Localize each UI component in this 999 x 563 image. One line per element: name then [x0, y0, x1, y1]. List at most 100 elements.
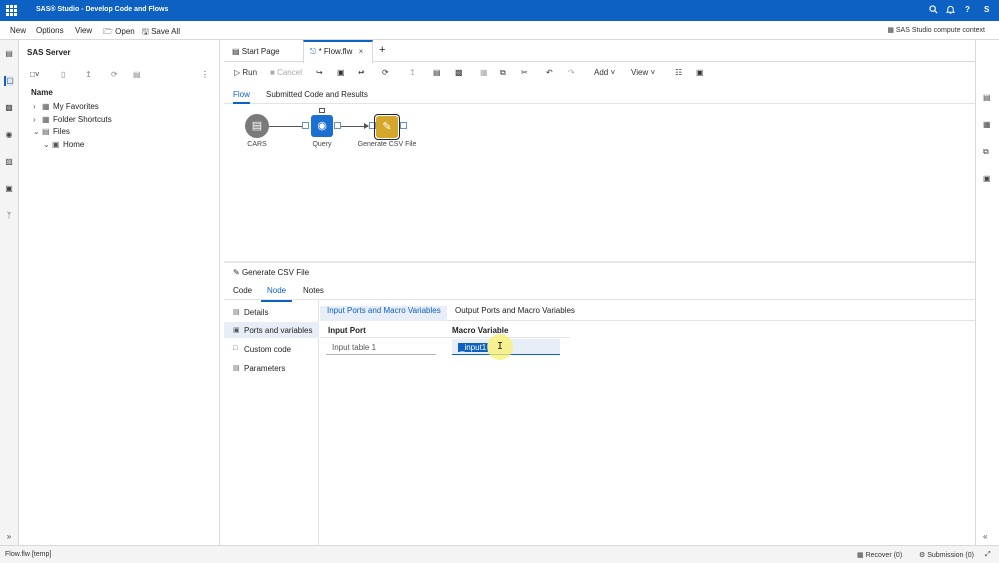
node-label-query: Query — [312, 141, 332, 148]
files-icon: ▤ — [42, 127, 50, 136]
page-icon: ▤ — [232, 47, 240, 56]
copy-icon[interactable]: ⧉ — [983, 147, 989, 157]
expand-rail-icon[interactable]: » — [4, 532, 14, 542]
fit-icon[interactable]: ☷ — [675, 68, 682, 77]
flow-canvas[interactable]: ▤ CARS ◉ Query ✎ Generate CSV File — [224, 104, 975, 261]
app-switcher-icon[interactable] — [6, 5, 17, 16]
more-options-icon[interactable]: ⋮ — [201, 70, 209, 79]
upload-icon[interactable]: ↥ — [409, 68, 416, 77]
archive-icon[interactable]: ▣ — [983, 174, 991, 183]
flow-node-generate-csv[interactable]: ✎ — [374, 114, 400, 140]
compute-context[interactable]: ▦ SAS Studio compute context — [887, 26, 985, 34]
save-as-icon[interactable]: ▩ — [455, 68, 463, 77]
git-icon[interactable]: ᛉ — [4, 211, 14, 221]
flow-node-query[interactable]: ◉ — [311, 115, 335, 139]
tab-output-ports[interactable]: Output Ports and Macro Variables — [455, 306, 575, 315]
nav-label: Custom code — [244, 345, 292, 354]
properties-title: ✎ Generate CSV File — [233, 268, 309, 277]
overview-icon[interactable]: ▣ — [696, 68, 704, 77]
nav-ports-and-variables[interactable]: ▣ Ports and variables — [224, 322, 319, 338]
csv-file-icon: ✎ — [233, 268, 240, 277]
title-bar: SAS® Studio - Develop Code and Flows ? S — [0, 0, 999, 21]
search-icon[interactable] — [929, 5, 938, 16]
tab-input-ports[interactable]: Input Ports and Macro Variables — [320, 306, 447, 321]
run-label: Run — [242, 68, 258, 77]
submission-label: Submission (0) — [927, 552, 974, 559]
refresh-icon[interactable]: ⟳ — [111, 70, 118, 79]
run-button[interactable]: ▷ Run — [234, 68, 257, 77]
menu-options[interactable]: Options — [36, 26, 64, 35]
bell-icon[interactable] — [945, 5, 956, 16]
document-tabs: ▤ Start Page ⎋ * Flow.flw × + — [224, 40, 975, 63]
submission-button[interactable]: ⚙ Submission (0) — [919, 551, 974, 559]
add-tab-button[interactable]: + — [379, 40, 385, 62]
nav-custom-code[interactable]: □ Custom code — [224, 341, 319, 357]
document-icon[interactable]: ▤ — [983, 93, 991, 102]
node-properties-panel: ✎ Generate CSV File Code Node Notes ▤ Det… — [224, 263, 975, 545]
snippets-icon[interactable]: ▧ — [4, 157, 14, 167]
view-dropdown[interactable]: View ˅ — [631, 68, 655, 77]
output-port[interactable] — [400, 122, 407, 129]
menu-new[interactable]: New — [10, 26, 26, 35]
copy-icon[interactable]: ⧉ — [500, 68, 506, 78]
folder-icon: 🗁 — [103, 27, 113, 36]
nav-details[interactable]: ▤ Details — [224, 304, 319, 320]
tab-flow[interactable]: ⎋ * Flow.flw × — [303, 40, 373, 63]
chevron-right-icon: › — [33, 102, 36, 111]
tab-notes[interactable]: Notes — [303, 286, 324, 295]
tree-item-files[interactable]: ⌄ ▤ Files — [33, 127, 70, 136]
expand-icon[interactable]: ⤢ — [985, 551, 991, 559]
tab-start-page[interactable]: ▤ Start Page — [232, 40, 308, 62]
tree-item-home[interactable]: ⌄ ▣ Home — [43, 140, 84, 149]
tree-item-label: My Favorites — [53, 102, 99, 111]
save-icon[interactable]: ▤ — [433, 68, 441, 77]
input-port[interactable] — [302, 122, 309, 129]
tree-item-label: Files — [53, 127, 70, 136]
delete-icon[interactable]: ▯ — [61, 70, 65, 79]
properties-icon[interactable]: ▤ — [133, 70, 141, 79]
paste-icon[interactable]: ▦ — [480, 68, 488, 77]
table-icon[interactable]: ▦ — [983, 120, 991, 129]
tree-item-my-favorites[interactable]: › ▦ My Favorites — [33, 102, 99, 111]
tab-flow-view[interactable]: Flow — [233, 90, 250, 104]
tasks-icon[interactable]: ▣ — [4, 184, 14, 194]
user-avatar[interactable]: S — [984, 5, 989, 14]
parameters-icon: ▤ — [233, 365, 240, 372]
nav-label: Parameters — [244, 364, 286, 373]
collapse-rail-icon[interactable]: « — [983, 532, 987, 541]
undo-icon[interactable]: ↶ — [546, 68, 553, 77]
cancel-button[interactable]: ■ Cancel — [270, 68, 302, 77]
explorer-icon[interactable]: ▢ — [4, 76, 14, 86]
nav-parameters[interactable]: ▤ Parameters — [224, 360, 319, 376]
run-node-icon[interactable]: ▣ — [337, 68, 345, 77]
flow-edge — [269, 126, 302, 127]
auto-arrange-icon[interactable]: ⟳ — [382, 68, 389, 77]
cut-icon[interactable]: ✂ — [521, 68, 528, 77]
tree-item-label: Home — [63, 140, 85, 149]
close-icon[interactable]: × — [359, 47, 364, 56]
save-all-button[interactable]: 🖫 Save All — [142, 26, 180, 40]
help-icon[interactable]: ? — [965, 5, 970, 14]
libraries-icon[interactable]: ▤ — [4, 49, 14, 59]
redo-icon[interactable]: ↷ — [568, 68, 575, 77]
tab-label: * Flow.flw — [318, 47, 353, 56]
files-icon[interactable]: ▩ — [4, 103, 14, 113]
output-port[interactable] — [334, 122, 341, 129]
steps-icon[interactable]: ◉ — [4, 130, 14, 140]
pane-title: SAS Server — [27, 48, 71, 57]
tab-code[interactable]: Code — [233, 286, 252, 295]
new-item-icon[interactable]: □˅ — [30, 70, 40, 79]
recover-button[interactable]: ▦ Recover (0) — [857, 551, 902, 559]
upload-icon[interactable]: ↥ — [85, 70, 92, 79]
input-port-value: Input table 1 — [326, 339, 436, 355]
flow-node-cars[interactable]: ▤ — [245, 114, 269, 138]
flow-subtabs: Flow Submitted Code and Results — [224, 86, 975, 104]
stop-icon: ■ — [270, 68, 275, 77]
open-button[interactable]: 🗁 Open — [103, 26, 135, 40]
menu-view[interactable]: View — [75, 26, 92, 35]
add-dropdown[interactable]: Add ˅ — [594, 68, 615, 77]
tab-submitted-code[interactable]: Submitted Code and Results — [266, 90, 368, 99]
run-from-icon[interactable]: ↪ — [316, 68, 323, 77]
run-to-icon[interactable]: ↫ — [358, 68, 365, 77]
tree-item-folder-shortcuts[interactable]: › ▦ Folder Shortcuts — [33, 115, 112, 124]
